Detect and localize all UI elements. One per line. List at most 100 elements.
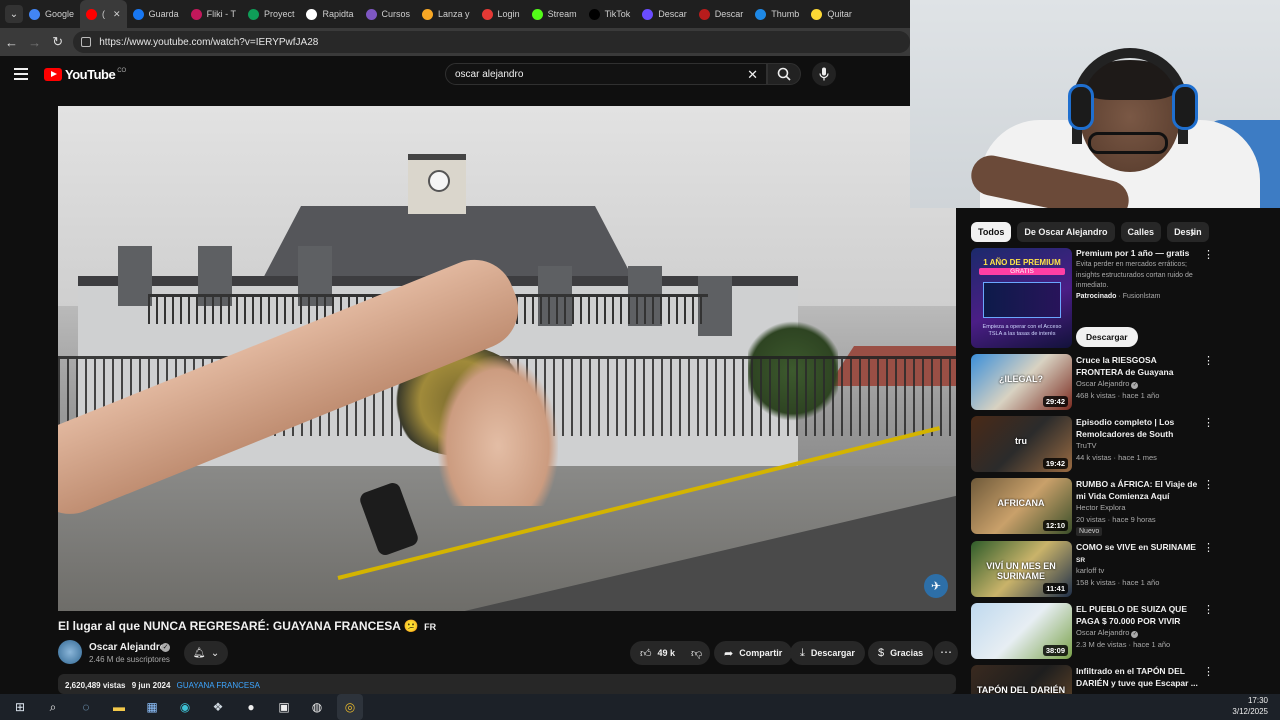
channel-name[interactable]: Oscar Alejandro: [89, 642, 166, 653]
site-info-icon[interactable]: [81, 37, 92, 47]
thumbs-up-icon[interactable]: 👍︎: [640, 647, 652, 660]
more-options-icon[interactable]: ⋮: [1203, 665, 1214, 678]
browser-tab[interactable]: Stream: [526, 0, 583, 28]
capcut-icon[interactable]: ▣: [271, 694, 297, 720]
channel-name[interactable]: TruTV: [1076, 441, 1097, 450]
back-icon[interactable]: ←: [0, 35, 23, 50]
video-thumbnail[interactable]: ¿ILEGAL? 29:42: [971, 354, 1072, 410]
tab-label: TikTok: [604, 9, 631, 19]
recommended-video[interactable]: TAPÓN DEL DARIÉN Infiltrado en el TAPÓN D…: [971, 665, 1216, 694]
store-icon[interactable]: ▦: [139, 694, 165, 720]
chevron-right-icon[interactable]: ›: [1190, 224, 1195, 240]
recommended-video[interactable]: 38:09 EL PUEBLO DE SUIZA QUE PAGA $ 70.00…: [971, 603, 1216, 661]
browser-tab[interactable]: Proyect: [242, 0, 301, 28]
search-button[interactable]: [767, 63, 801, 85]
reload-icon[interactable]: ↻: [46, 34, 69, 50]
ad-title[interactable]: Premium por 1 año — gratis: [1076, 248, 1189, 258]
ad-thumbnail[interactable]: 1 AÑO DE PREMIUM GRATIS Empieza a operar…: [971, 248, 1072, 348]
browser-tab[interactable]: Descar: [636, 0, 693, 28]
recommended-video[interactable]: tru 19:42 Episodio completo | Los Remolcad…: [971, 416, 1216, 474]
download-button[interactable]: ⤓ Descargar: [790, 641, 865, 665]
ad-download-button[interactable]: Descargar: [1076, 327, 1138, 347]
more-options-icon[interactable]: ⋮: [1203, 416, 1214, 429]
file-explorer-icon[interactable]: ▬: [106, 694, 132, 720]
video-title-link[interactable]: COMO se VIVE en SURINAME SR: [1076, 541, 1201, 565]
video-title-link[interactable]: EL PUEBLO DE SUIZA QUE PAGA $ 70.000 POR…: [1076, 603, 1201, 627]
browser-tab[interactable]: Cursos: [360, 0, 417, 28]
system-clock[interactable]: 17:30 3/12/2025: [1232, 695, 1268, 717]
app-icon[interactable]: ❖: [205, 694, 231, 720]
forward-icon[interactable]: →: [23, 35, 46, 50]
channel-name[interactable]: Oscar Alejandro ✓: [1076, 628, 1139, 638]
windows-start-icon[interactable]: ⊞: [7, 694, 33, 720]
browser-tab[interactable]: Guarda: [127, 0, 185, 28]
description-box[interactable]: 2,620,489 vistas 9 jun 2024 GUAYANA FRAN…: [58, 674, 956, 694]
thumbs-down-icon[interactable]: 👎︎: [691, 647, 702, 660]
browser-tab[interactable]: (✕: [80, 0, 127, 28]
rec-title-text: Episodio completo | Los Remolcadores de …: [1076, 417, 1175, 439]
like-count[interactable]: 49 k: [658, 648, 676, 658]
browser-tab[interactable]: Thumb: [749, 0, 805, 28]
thanks-button[interactable]: $ Gracias: [868, 641, 934, 665]
recommended-video[interactable]: AFRICANA 12:10 RUMBO a ÁFRICA: El Viaje de…: [971, 478, 1216, 536]
filter-chip[interactable]: Destin: [1167, 222, 1209, 242]
channel-name[interactable]: Oscar Alejandro ✓: [1076, 379, 1139, 389]
tab-label: Descar: [714, 9, 744, 19]
video-thumbnail[interactable]: tru 19:42: [971, 416, 1072, 472]
browser-tab[interactable]: Google: [23, 0, 80, 28]
voice-search-button[interactable]: [812, 62, 836, 86]
verified-icon: ✓: [1131, 382, 1139, 389]
copilot-icon[interactable]: ◌: [73, 694, 99, 720]
browser-tab[interactable]: Lanza y: [416, 0, 476, 28]
more-actions-icon[interactable]: ⋯: [934, 641, 958, 665]
recommended-video[interactable]: ¿ILEGAL? 29:42 Cruce la RIESGOSA FRONTERA …: [971, 354, 1216, 412]
more-options-icon[interactable]: ⋮: [1203, 541, 1214, 554]
channel-name[interactable]: karloff tv: [1076, 566, 1104, 575]
video-thumbnail[interactable]: 38:09: [971, 603, 1072, 659]
close-tab-icon[interactable]: ✕: [113, 9, 121, 20]
search-input[interactable]: oscar alejandro ✕: [445, 63, 767, 85]
hashtag-link[interactable]: GUAYANA FRANCESA: [177, 681, 260, 690]
browser-tab[interactable]: Fliki - T: [185, 0, 242, 28]
more-options-icon[interactable]: ⋮: [1203, 478, 1214, 491]
sponsored-item[interactable]: 1 AÑO DE PREMIUM GRATIS Empieza a operar…: [971, 248, 1216, 348]
edge-icon[interactable]: ◉: [172, 694, 198, 720]
more-options-icon[interactable]: ⋮: [1203, 248, 1214, 261]
browser-tab[interactable]: Quitar: [805, 0, 858, 28]
share-button[interactable]: ➦ Compartir: [714, 641, 793, 665]
video-thumbnail[interactable]: AFRICANA 12:10: [971, 478, 1072, 534]
clock-time: 17:30: [1247, 696, 1268, 705]
filter-chip[interactable]: Calles: [1120, 222, 1162, 242]
obs-icon[interactable]: ◍: [304, 694, 330, 720]
browser-tab[interactable]: Rapidta: [300, 0, 359, 28]
browser-tab[interactable]: TikTok: [583, 0, 637, 28]
browser-tab[interactable]: Descar: [693, 0, 750, 28]
youtube-logo[interactable]: YouTube CO: [44, 67, 126, 82]
recommended-video[interactable]: VIVÍ UN MES EN SURINAME 11:41 COMO se VIVE…: [971, 541, 1216, 599]
video-player[interactable]: ✈: [58, 106, 956, 611]
video-title-link[interactable]: Episodio completo | Los Remolcadores de …: [1076, 416, 1201, 440]
address-bar[interactable]: https://www.youtube.com/watch?v=IERYPwfJ…: [73, 31, 911, 53]
channel-avatar[interactable]: [58, 640, 82, 664]
video-title-link[interactable]: RUMBO a ÁFRICA: El Viaje de mi Vida Comi…: [1076, 478, 1201, 502]
search-icon[interactable]: ⌕: [40, 694, 66, 720]
browser-tab[interactable]: Login: [476, 0, 526, 28]
video-title-link[interactable]: Cruce la RIESGOSA FRONTERA de Guayana Fr…: [1076, 354, 1201, 378]
filter-chip[interactable]: De Oscar Alejandro: [1017, 222, 1115, 242]
tab-search-button[interactable]: ⌄: [5, 5, 23, 23]
clear-search-icon[interactable]: ✕: [747, 67, 758, 83]
more-options-icon[interactable]: ⋮: [1203, 354, 1214, 367]
channel-name[interactable]: Hector Explora: [1076, 503, 1126, 512]
filter-chip[interactable]: Todos: [971, 222, 1012, 242]
more-options-icon[interactable]: ⋮: [1203, 603, 1214, 616]
video-title-link[interactable]: Infiltrado en el TAPÓN DEL DARIÉN y tuve…: [1076, 665, 1201, 689]
video-thumbnail[interactable]: TAPÓN DEL DARIÉN: [971, 665, 1072, 694]
notification-bell-button[interactable]: 🔔︎ ⌄: [184, 641, 228, 665]
channel-watermark-icon[interactable]: ✈: [924, 574, 948, 598]
app-icon[interactable]: ●: [238, 694, 264, 720]
view-count: 2,620,489 vistas: [65, 681, 126, 690]
chrome-icon[interactable]: ◎: [337, 694, 363, 720]
menu-icon[interactable]: [14, 68, 28, 80]
rec-channel-text: Hector Explora: [1076, 503, 1126, 512]
video-thumbnail[interactable]: VIVÍ UN MES EN SURINAME 11:41: [971, 541, 1072, 597]
